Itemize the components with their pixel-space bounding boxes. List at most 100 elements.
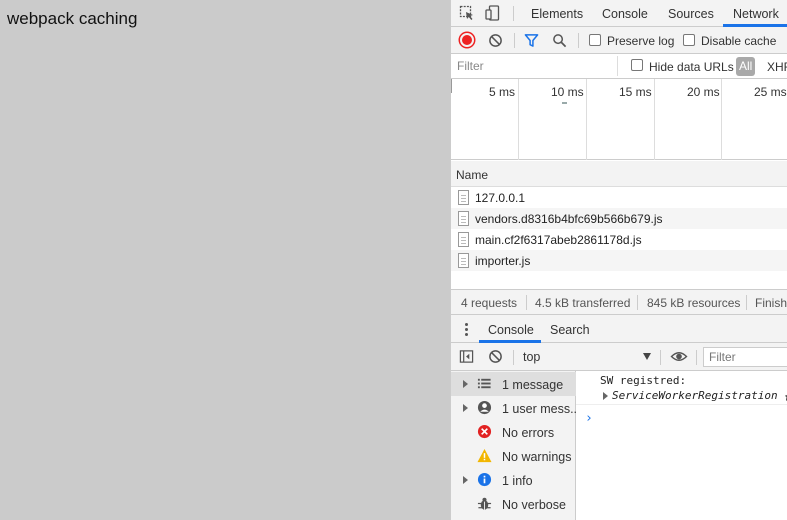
list-icon (477, 378, 491, 389)
sidebar-item-label: No warnings (502, 450, 572, 464)
transferred-size: 4.5 kB transferred (535, 296, 631, 310)
expand-arrow-icon[interactable] (463, 404, 468, 412)
toolbar-separator (578, 33, 579, 48)
script-file-icon (458, 253, 469, 268)
timeline-gridline (586, 79, 587, 160)
timeline-tick-label: 10 ms (551, 85, 584, 99)
toolbar-separator (514, 33, 515, 48)
toolbar-separator (513, 350, 514, 365)
tab-console[interactable]: Console (602, 7, 648, 21)
tab-elements[interactable]: Elements (531, 7, 583, 21)
bug-icon (477, 497, 492, 510)
network-toolbar: Preserve log Disable cache (451, 27, 787, 54)
timeline-tick-label: 15 ms (619, 85, 652, 99)
console-output: SW registred: ServiceWorkerRegistration … (576, 371, 787, 520)
toolbar-separator (696, 350, 697, 365)
network-overview-timeline: 5 ms 10 ms 15 ms 20 ms 25 ms (451, 79, 787, 160)
filter-xhr-button[interactable]: XHR (767, 60, 787, 74)
user-icon (477, 400, 492, 415)
timeline-tick-label: 5 ms (489, 85, 516, 99)
request-name: main.cf2f6317abeb2861178d.js (475, 233, 642, 247)
request-row[interactable]: 127.0.0.1 (451, 187, 787, 208)
sidebar-item-user-messages[interactable]: 1 user mess... (451, 396, 581, 420)
sidebar-item-label: 1 message (502, 378, 564, 392)
live-expression-eye-icon[interactable] (670, 349, 688, 364)
network-filter-input[interactable] (451, 56, 618, 76)
inspected-page: webpack caching (0, 0, 450, 520)
preserve-log-checkbox[interactable] (589, 34, 601, 46)
console-filter-input[interactable] (703, 347, 787, 367)
devtools-panel: Elements Console Sources Network Preserv… (450, 0, 787, 520)
filter-all-button[interactable]: All (736, 57, 756, 76)
timeline-start-marker (451, 79, 452, 93)
document-icon (458, 190, 469, 205)
search-icon[interactable] (552, 33, 567, 48)
name-column-label: Name (456, 168, 489, 182)
requests-list: 127.0.0.1 vendors.d8316b4bfc69b566b679.j… (451, 187, 787, 289)
more-menu-icon[interactable] (465, 323, 468, 336)
request-name: vendors.d8316b4bfc69b566b679.js (475, 212, 663, 226)
status-separator (526, 295, 527, 310)
console-message: SW registred: ServiceWorkerRegistration … (576, 371, 787, 405)
console-message-text: SW registred: (600, 374, 687, 387)
sidebar-item-label: No verbose (502, 498, 566, 512)
filter-icon[interactable] (524, 33, 539, 48)
sidebar-toggle-icon[interactable] (459, 349, 474, 364)
disable-cache-checkbox[interactable] (683, 34, 695, 46)
console-object-preview[interactable]: ServiceWorkerRegistration { (612, 389, 787, 402)
timeline-gridline (518, 79, 519, 160)
request-row[interactable]: main.cf2f6317abeb2861178d.js (451, 229, 787, 250)
drawer-tab-console[interactable]: Console (488, 323, 534, 337)
hide-data-urls-checkbox[interactable] (631, 59, 643, 71)
sidebar-item-label: No errors (502, 426, 555, 440)
preserve-log-label: Preserve log (607, 34, 675, 48)
status-separator (746, 295, 747, 310)
timeline-tick-label: 20 ms (687, 85, 720, 99)
record-button[interactable] (460, 33, 474, 47)
expand-arrow-icon[interactable] (463, 380, 468, 388)
expand-object-arrow-icon[interactable] (603, 392, 608, 400)
context-selector[interactable]: top (523, 350, 540, 364)
timeline-tick-label: 25 ms (754, 85, 787, 99)
finish-time: Finish: (755, 296, 787, 310)
sidebar-item-verbose[interactable]: No verbose (451, 492, 576, 516)
request-name: importer.js (475, 254, 531, 268)
sidebar-item-label: 1 info (502, 474, 533, 488)
expand-arrow-icon[interactable] (463, 476, 468, 484)
disable-cache-label: Disable cache (701, 34, 777, 48)
network-filter-bar: Hide data URLs All XHR (451, 54, 787, 79)
sidebar-item-label: 1 user mess... (502, 402, 581, 416)
requests-column-header[interactable]: Name (451, 161, 787, 187)
resources-size: 845 kB resources (647, 296, 741, 310)
tab-network[interactable]: Network (733, 7, 779, 21)
device-toolbar-icon[interactable] (485, 5, 501, 21)
clear-console-icon[interactable] (488, 349, 503, 364)
error-icon (477, 424, 492, 439)
clear-icon[interactable] (488, 33, 503, 48)
info-icon (477, 472, 492, 487)
request-count: 4 requests (461, 296, 518, 310)
request-name: 127.0.0.1 (475, 191, 526, 205)
drawer-tab-search[interactable]: Search (550, 323, 590, 337)
request-row[interactable]: vendors.d8316b4bfc69b566b679.js (451, 208, 787, 229)
status-separator (637, 295, 638, 310)
request-row[interactable]: importer.js (451, 250, 787, 271)
toolbar-separator (660, 350, 661, 365)
page-title: webpack caching (7, 9, 138, 28)
inspect-element-icon[interactable] (459, 5, 475, 21)
sidebar-item-messages[interactable]: 1 message (451, 372, 576, 396)
sidebar-item-warnings[interactable]: No warnings (451, 444, 576, 468)
timeline-gridline (654, 79, 655, 160)
sidebar-item-errors[interactable]: No errors (451, 420, 576, 444)
console-sidebar: 1 message 1 user mess... No errors No wa… (451, 371, 581, 520)
console-toolbar: top (451, 343, 787, 371)
drawer-tab-bar: Console Search (451, 315, 787, 343)
console-prompt[interactable]: › (585, 411, 593, 426)
sidebar-item-info[interactable]: 1 info (451, 468, 576, 492)
script-file-icon (458, 211, 469, 226)
chevron-down-icon[interactable] (643, 353, 651, 360)
script-file-icon (458, 232, 469, 247)
warning-icon (477, 448, 492, 463)
tab-sources[interactable]: Sources (668, 7, 714, 21)
timeline-request-bar (562, 102, 567, 104)
